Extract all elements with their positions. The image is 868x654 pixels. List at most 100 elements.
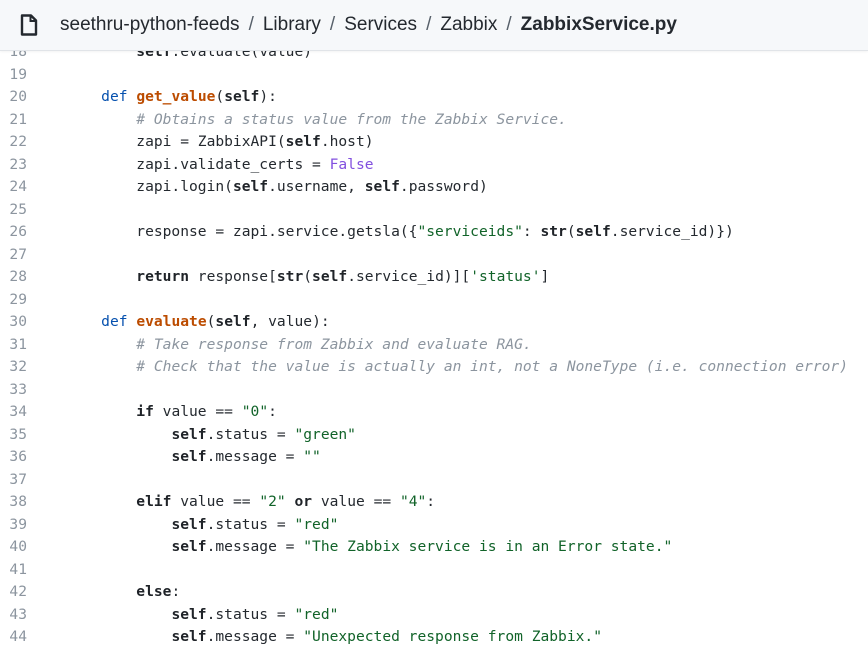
line-number[interactable]: 23 (0, 154, 27, 177)
code-token-str: "2" (259, 493, 286, 510)
file-header: seethru-python-feeds / Library / Services / Za… (0, 0, 868, 51)
code-token-p: value == (153, 403, 242, 420)
code-line: 21 # Obtains a status value from the Zab… (0, 109, 868, 132)
code-view: 18 self.evaluate(value) 19 20 def get_valu… (0, 41, 868, 649)
line-source: self.message = "The Zabbix service is in… (66, 536, 672, 559)
code-line: 42 else: (0, 581, 868, 604)
line-number[interactable]: 22 (0, 131, 27, 154)
line-number[interactable]: 41 (0, 559, 27, 582)
code-token-p: zapi.validate_certs = (66, 155, 330, 173)
line-number[interactable]: 24 (0, 176, 27, 199)
code-token-f: get_value (136, 88, 216, 105)
code-token-p (128, 88, 137, 105)
line-number[interactable]: 32 (0, 356, 27, 379)
line-source: def evaluate(self, value): (66, 311, 329, 334)
code-line: 26 response = zapi.service.getsla({"serv… (0, 221, 868, 244)
breadcrumb-separator: / (248, 14, 254, 35)
code-line: 19 (0, 64, 868, 87)
line-number[interactable]: 31 (0, 334, 27, 357)
code-token-s: self (224, 88, 260, 105)
code-token-kb: if (136, 403, 154, 420)
code-token-p: .message = (206, 448, 304, 465)
code-token-p (66, 493, 136, 510)
code-token-p: : (522, 223, 541, 240)
line-source: self.status = "red" (66, 514, 338, 537)
line-number[interactable]: 38 (0, 491, 27, 514)
breadcrumb-separator: / (506, 14, 512, 35)
code-line: 22 zapi = ZabbixAPI(self.host) (0, 131, 868, 154)
code-token-p: .status = (206, 515, 295, 533)
breadcrumb-repo[interactable]: seethru-python-feeds (60, 14, 240, 36)
line-source: else: (66, 581, 180, 604)
code-line: 36 self.message = "" (0, 446, 868, 469)
code-token-s: self (285, 133, 321, 150)
code-token-p: response[ (189, 268, 277, 285)
line-number[interactable]: 36 (0, 446, 27, 469)
line-number[interactable]: 25 (0, 199, 27, 222)
code-token-p (66, 583, 136, 600)
code-line: 44 self.message = "Unexpected response f… (0, 626, 868, 649)
line-number[interactable]: 39 (0, 514, 27, 537)
breadcrumb-zabbix[interactable]: Zabbix (440, 14, 497, 36)
line-number[interactable]: 30 (0, 311, 27, 334)
line-source: zapi = ZabbixAPI(self.host) (66, 131, 373, 154)
code-token-p: .username, (268, 178, 365, 195)
line-source: elif value == "2" or value == "4": (66, 491, 435, 514)
code-token-kb: or (294, 493, 313, 510)
line-number[interactable]: 40 (0, 536, 27, 559)
code-token-s: self (232, 178, 269, 195)
code-token-p: ( (303, 268, 313, 285)
code-token-p: .status = (206, 425, 295, 443)
code-line: 31 # Take response from Zabbix and evalu… (0, 334, 868, 357)
line-number[interactable]: 33 (0, 379, 27, 402)
code-token-p (128, 313, 137, 330)
line-number[interactable]: 21 (0, 109, 27, 132)
line-number[interactable]: 44 (0, 626, 27, 649)
line-number[interactable]: 27 (0, 244, 27, 267)
code-token-p (66, 606, 171, 623)
line-number[interactable]: 35 (0, 424, 27, 447)
code-token-s: self (171, 628, 207, 645)
code-token-b: False (329, 155, 374, 173)
line-source: def get_value(self): (66, 86, 277, 109)
breadcrumb-services[interactable]: Services (344, 14, 417, 36)
code-token-str: "Unexpected response from Zabbix." (303, 628, 602, 645)
code-token-p: .service_id)][ (347, 268, 471, 285)
code-token-p (66, 313, 101, 330)
code-token-p (66, 516, 171, 533)
line-number[interactable]: 19 (0, 64, 27, 87)
breadcrumb-library[interactable]: Library (263, 14, 321, 36)
line-number[interactable]: 37 (0, 469, 27, 492)
line-number[interactable]: 26 (0, 221, 27, 244)
code-token-c: # Take response from Zabbix and evaluate… (136, 335, 532, 353)
line-number[interactable]: 29 (0, 289, 27, 312)
line-source: self.status = "red" (66, 604, 338, 627)
line-source: # Check that the value is actually an in… (66, 356, 848, 379)
code-line: 25 (0, 199, 868, 222)
line-source: return response[str(self.service_id)]['s… (66, 266, 549, 289)
code-token-p: .status = (206, 605, 295, 623)
code-token-p: ): (259, 88, 277, 105)
code-token-f: evaluate (136, 313, 207, 330)
line-number[interactable]: 34 (0, 401, 27, 424)
code-token-str: "red" (294, 515, 339, 533)
code-token-str: "serviceids" (417, 223, 523, 240)
line-number[interactable]: 28 (0, 266, 27, 289)
code-line: 38 elif value == "2" or value == "4": (0, 491, 868, 514)
code-token-s: self (171, 425, 207, 443)
line-source: if value == "0": (66, 401, 277, 424)
line-number[interactable]: 42 (0, 581, 27, 604)
code-token-p: ( (215, 88, 225, 105)
code-token-p: .service_id)}) (610, 223, 734, 240)
code-token-bi: str (540, 223, 567, 240)
code-token-c: # Obtains a status value from the Zabbix… (136, 110, 567, 128)
code-line: 23 zapi.validate_certs = False (0, 154, 868, 177)
code-token-str: "green" (294, 425, 356, 443)
line-number[interactable]: 20 (0, 86, 27, 109)
line-number[interactable]: 43 (0, 604, 27, 627)
code-token-s: self (215, 313, 251, 330)
code-line: 24 zapi.login(self.username, self.passwo… (0, 176, 868, 199)
code-token-s: self (171, 538, 207, 555)
code-line: 28 return response[str(self.service_id)]… (0, 266, 868, 289)
code-token-p: : (171, 583, 181, 600)
